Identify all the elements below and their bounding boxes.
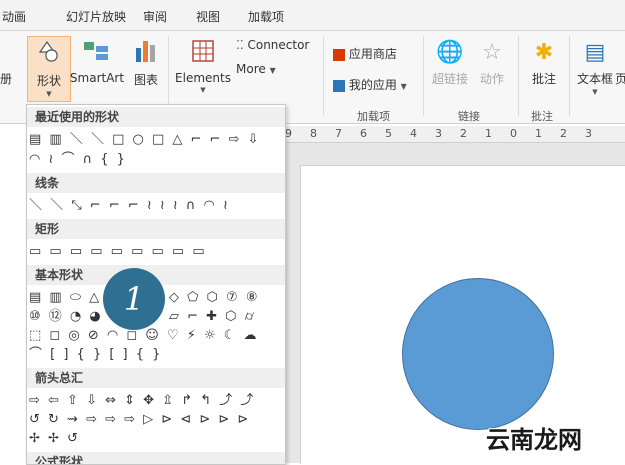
- section-header-arrows: 箭头总汇: [27, 368, 285, 388]
- ruler-tick: 6: [360, 127, 367, 140]
- ruler-tick: 3: [435, 127, 442, 140]
- chevron-down-icon: ▼: [592, 88, 598, 96]
- shape-row[interactable]: ⌒ [ ] { } [ ] { }: [29, 346, 283, 364]
- action-button[interactable]: ☆ 动作: [475, 40, 509, 100]
- tab-addins[interactable]: 加载项: [248, 8, 284, 25]
- my-apps-button[interactable]: 我的应用 ▼: [333, 76, 407, 93]
- tab-animations[interactable]: 动画: [2, 8, 26, 25]
- action-label: 动作: [479, 72, 504, 86]
- shapes-icon: [38, 40, 58, 62]
- section-header-equation: 公式形状: [27, 452, 285, 464]
- connector-label: Connector: [247, 38, 310, 52]
- ruler-tick: 2: [460, 127, 467, 140]
- group-label-comments: 批注: [531, 110, 553, 123]
- app-store-button[interactable]: 应用商店: [333, 45, 397, 62]
- group-label-links: 链接: [458, 110, 480, 123]
- chevron-down-icon: ▼: [200, 86, 206, 94]
- ribbon-tab-bar: 动画 幻灯片放映 审阅 视图 加载项: [0, 0, 625, 31]
- ruler-tick: 5: [385, 127, 392, 140]
- section-header-lines: 线条: [27, 173, 285, 193]
- comment-icon: ✱: [534, 40, 554, 65]
- group-label-addins: 加载项: [357, 110, 390, 123]
- shapes-label: 形状: [36, 74, 61, 88]
- ruler-tick: 9: [285, 127, 292, 140]
- tab-view[interactable]: 视图: [196, 8, 220, 25]
- ruler-tick: 3: [585, 127, 592, 140]
- app-store-label: 应用商店: [348, 47, 397, 61]
- ruler-tick: 8: [310, 127, 317, 140]
- ruler-tick: 2: [560, 127, 567, 140]
- shape-row[interactable]: ▱ ⌐ ✚ ⬡ ⌭: [169, 308, 283, 326]
- shapes-button[interactable]: 形状 ▼: [27, 36, 71, 102]
- store-icon: [333, 48, 345, 61]
- shape-row[interactable]: ▤ ▥ ⬭ △: [29, 289, 109, 307]
- ruler-tick: 1: [485, 127, 492, 140]
- tab-slideshow[interactable]: 幻灯片放映: [66, 8, 126, 25]
- chart-label: 图表: [133, 73, 158, 87]
- shape-row[interactable]: ✢ ✢ ↺: [29, 430, 283, 448]
- smartart-button[interactable]: SmartArt: [68, 38, 126, 102]
- elements-icon: [192, 40, 214, 62]
- shape-row[interactable]: ↺ ↻ ⇝ ⇨ ⇨ ⇨ ▷ ⊳ ⊲ ⊳ ⊳ ⊳: [29, 411, 283, 429]
- circle-shape[interactable]: [402, 278, 554, 430]
- smartart-label: SmartArt: [69, 71, 125, 85]
- star-icon: ☆: [482, 40, 502, 65]
- watermark: 云南龙网: [486, 426, 582, 454]
- textbox-label: 文本框: [576, 72, 613, 86]
- chevron-down-icon: ▼: [400, 82, 407, 91]
- ruler-tick: 7: [335, 127, 342, 140]
- comment-button[interactable]: ✱ 批注: [524, 40, 564, 100]
- chart-button[interactable]: 图表: [130, 38, 162, 102]
- chart-icon: [136, 41, 155, 62]
- shape-row[interactable]: ▤ ▥ ＼ ＼ □ ○ □ △ ⌐ ⌐ ⇨ ⇩: [29, 131, 283, 149]
- shape-row[interactable]: ⇨ ⇦ ⇧ ⇩ ⇔ ⇕ ✥ ⇫ ↱ ↰ ⤴ ⤴: [29, 392, 283, 410]
- section-header-rectangles: 矩形: [27, 219, 285, 239]
- right-cut-label: 页: [615, 72, 625, 86]
- textbox-button[interactable]: ▤ 文本框 ▼: [575, 40, 615, 102]
- step-number-badge: 1: [103, 268, 165, 330]
- tab-review[interactable]: 审阅: [143, 8, 167, 25]
- shape-row[interactable]: ⬚ ◻ ◎ ⊘ ◠ ◻ ☺ ♡ ⚡ ☼ ☾ ☁: [29, 327, 283, 345]
- hyperlink-button[interactable]: 🌐 超链接: [428, 40, 472, 100]
- hyperlink-icon: 🌐: [436, 40, 464, 65]
- shape-row[interactable]: ◠ ≀ ⌒ ∩ { }: [29, 151, 283, 169]
- elements-button[interactable]: Elements ▼: [175, 38, 231, 104]
- more-label: More: [236, 62, 266, 76]
- ruler-tick: 0: [510, 127, 517, 140]
- shape-row[interactable]: ▭ ▭ ▭ ▭ ▭ ▭ ▭ ▭ ▭: [29, 243, 283, 261]
- shape-row[interactable]: ＼ ＼ ⤡ ⌐ ⌐ ⌐ ≀ ≀ ≀ ∩ ◠ ≀: [29, 197, 283, 215]
- elements-label: Elements: [175, 71, 231, 85]
- connector-button[interactable]: ⁚⁚ Connector: [236, 38, 309, 52]
- shape-row[interactable]: ⑩ ⑫ ◔ ◕: [29, 308, 109, 326]
- section-header-recent: 最近使用的形状: [27, 107, 285, 127]
- my-apps-label: 我的应用: [348, 78, 397, 92]
- smartart-icon: [84, 42, 108, 60]
- shape-row[interactable]: ◇ ⬠ ⬡ ⑦ ⑧: [169, 289, 283, 307]
- apps-icon: [333, 79, 345, 92]
- more-button[interactable]: More ▼: [236, 62, 276, 76]
- textbox-icon: ▤: [584, 40, 606, 65]
- ruler-tick: 1: [535, 127, 542, 140]
- connector-icon: ⁚⁚: [236, 38, 244, 52]
- hyperlink-label: 超链接: [431, 72, 468, 86]
- horizontal-ruler: 9 8 7 6 5 4 3 2 1 0 1 2 3: [283, 126, 625, 143]
- ruler-tick: 4: [410, 127, 417, 140]
- chevron-down-icon: ▼: [46, 90, 52, 98]
- left-cut-label: 册: [0, 72, 13, 86]
- comment-label: 批注: [531, 72, 556, 86]
- chevron-down-icon: ▼: [269, 66, 276, 75]
